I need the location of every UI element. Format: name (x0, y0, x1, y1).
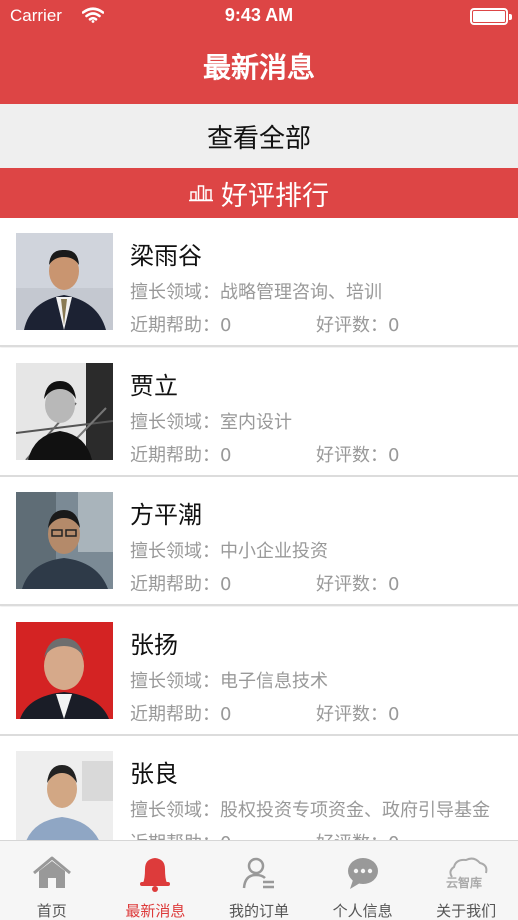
tab-label: 我的订单 (228, 902, 289, 920)
expert-help-count: 近期帮助：0 (130, 574, 232, 595)
ranking-header: 好评排行 (0, 168, 518, 218)
home-icon (32, 856, 71, 888)
expert-name: 贾立 (130, 372, 178, 400)
tab-label: 个人信息 (332, 902, 393, 920)
clock: 9:43 AM (224, 5, 294, 25)
tab-personal-info[interactable]: 个人信息 (311, 841, 415, 920)
tab-label: 最新消息 (125, 902, 186, 920)
expert-rating-count: 好评数：0 (316, 574, 400, 595)
page-title: 最新消息 (202, 51, 315, 84)
expert-name: 张良 (130, 760, 178, 788)
view-all-label: 查看全部 (206, 123, 311, 154)
tab-label: 关于我们 (436, 902, 497, 920)
tab-label: 首页 (36, 902, 67, 920)
tab-bar: 首页 最新消息 我的订单 个人信息 云智库 关于我们 (0, 840, 518, 920)
battery-icon (470, 8, 512, 25)
expert-avatar (16, 492, 113, 589)
expert-row[interactable]: 贾立 擅长领域：室内设计 近期帮助：0 好评数：0 (0, 348, 518, 477)
expert-name: 方平潮 (130, 501, 202, 529)
expert-rating-count: 好评数：0 (316, 315, 400, 336)
expert-help-count: 近期帮助：0 (130, 315, 232, 336)
expert-avatar (16, 622, 113, 719)
ranking-label: 好评排行 (221, 180, 329, 212)
expert-field: 擅长领域：中小企业投资 (130, 541, 328, 562)
expert-row[interactable]: 梁雨谷 擅长领域：战略管理咨询、培训 近期帮助：0 好评数：0 (0, 218, 518, 347)
expert-name: 梁雨谷 (130, 242, 202, 270)
expert-name: 张扬 (130, 631, 178, 659)
expert-avatar (16, 363, 113, 460)
expert-rating-count: 好评数：0 (316, 445, 400, 466)
expert-rating-count: 好评数：0 (316, 704, 400, 725)
expert-row[interactable]: 张良 擅长领域：股权投资专项资金、政府引导基金 近期帮助：0 好评数：0 (0, 736, 518, 840)
tab-my-orders[interactable]: 我的订单 (207, 841, 311, 920)
view-all-button[interactable]: 查看全部 (0, 104, 518, 168)
logo-text: 云智库 (446, 875, 482, 890)
expert-field: 擅长领域：室内设计 (130, 412, 292, 433)
header: Carrier 9:43 AM 最新消息 (0, 0, 518, 104)
expert-row[interactable]: 方平潮 擅长领域：中小企业投资 近期帮助：0 好评数：0 (0, 477, 518, 606)
tab-latest-news[interactable]: 最新消息 (104, 841, 208, 920)
expert-help-count: 近期帮助：0 (130, 704, 232, 725)
expert-list[interactable]: 梁雨谷 擅长领域：战略管理咨询、培训 近期帮助：0 好评数：0 贾立 擅长领域：… (0, 218, 518, 840)
tab-about-us[interactable]: 云智库 关于我们 (414, 841, 518, 920)
expert-field: 擅长领域：战略管理咨询、培训 (130, 282, 382, 303)
tab-home[interactable]: 首页 (0, 841, 104, 920)
expert-avatar (16, 233, 113, 330)
cloud-logo-icon: 云智库 (446, 857, 488, 890)
ranking-icon (189, 185, 213, 202)
expert-field: 擅长领域：股权投资专项资金、政府引导基金 (130, 800, 490, 821)
chat-bubble-icon (347, 858, 378, 889)
bell-icon (140, 858, 171, 892)
expert-avatar (16, 751, 113, 840)
expert-help-count: 近期帮助：0 (130, 445, 232, 466)
expert-help-count: 近期帮助：0 (130, 829, 231, 840)
expert-rating-count: 好评数：0 (316, 829, 399, 840)
expert-field: 擅长领域：电子信息技术 (130, 671, 328, 692)
user-list-icon (242, 857, 274, 889)
status-bar: Carrier 9:43 AM (0, 0, 518, 34)
expert-row[interactable]: 张扬 擅长领域：电子信息技术 近期帮助：0 好评数：0 (0, 607, 518, 736)
